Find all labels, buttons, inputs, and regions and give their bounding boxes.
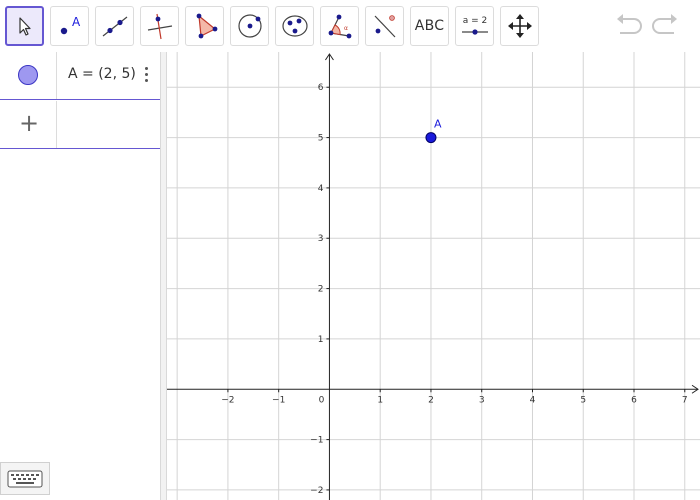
angle-icon: α	[328, 14, 351, 39]
y-tick-label: 3	[318, 234, 324, 244]
plus-icon[interactable]: +	[19, 109, 39, 137]
geogebra-app: A α ABC a = 2 A = (2, 5) + −2 −1 0 1 2 3…	[0, 0, 700, 500]
y-tick-label: 5	[318, 134, 324, 144]
svg-text:a = 2: a = 2	[462, 16, 487, 26]
algebra-input-row[interactable]: +	[0, 101, 160, 149]
visibility-toggle-marble[interactable]	[18, 65, 38, 85]
circle-three-points-icon	[281, 15, 308, 37]
x-tick-label: 7	[682, 395, 688, 405]
more-options-icon[interactable]	[141, 65, 151, 87]
panel-divider[interactable]	[160, 52, 167, 500]
toolbar: A α ABC a = 2	[0, 0, 700, 52]
redo-icon[interactable]	[650, 8, 680, 42]
y-tick-label: 6	[318, 83, 324, 93]
circle-center-tool-button[interactable]	[230, 6, 269, 46]
x-tick-label: −1	[272, 395, 285, 405]
reflect-tool-button[interactable]	[365, 6, 404, 46]
svg-text:A: A	[72, 15, 81, 29]
y-tick-label: −2	[310, 486, 323, 496]
algebra-item-a[interactable]: A = (2, 5)	[0, 52, 160, 100]
add-item-cell: +	[0, 101, 57, 148]
text-tool-button[interactable]: ABC	[410, 6, 449, 46]
x-tick-label: −2	[221, 395, 234, 405]
x-tick-label: 5	[580, 395, 586, 405]
point-a[interactable]	[425, 132, 437, 144]
circle-center-point-icon	[237, 14, 262, 38]
algebra-view: A = (2, 5) +	[0, 52, 160, 500]
x-tick-label: 1	[377, 395, 383, 405]
svg-text:α: α	[344, 25, 348, 32]
x-tick-label: 4	[530, 395, 536, 405]
visibility-marble-cell	[0, 52, 57, 99]
algebra-item-definition[interactable]: A = (2, 5)	[68, 66, 136, 82]
line-icon	[102, 16, 127, 37]
move-arrows-icon	[507, 14, 532, 38]
coordinate-plane[interactable]: −2 −1 0 1 2 3 4 5 6 7 6 5 4 3 2 1 −1 −2 A	[167, 52, 700, 500]
arrow-cursor-icon	[18, 17, 31, 36]
slider-tool-button[interactable]: a = 2	[455, 6, 494, 46]
point-label-a: A	[434, 118, 442, 131]
x-tick-label: 2	[428, 395, 434, 405]
undo-icon[interactable]	[614, 8, 644, 42]
polygon-tool-button[interactable]	[185, 6, 224, 46]
move-graphics-view-tool-button[interactable]	[500, 6, 539, 46]
slider-icon: a = 2	[461, 16, 488, 35]
y-tick-label: 4	[318, 184, 324, 194]
text-tool-label: ABC	[414, 18, 445, 34]
graphics-view[interactable]: −2 −1 0 1 2 3 4 5 6 7 6 5 4 3 2 1 −1 −2 A	[167, 52, 700, 500]
x-tick-label: 6	[631, 395, 637, 405]
y-tick-label: 2	[318, 285, 324, 295]
circle-three-points-tool-button[interactable]	[275, 6, 314, 46]
line-tool-button[interactable]	[95, 6, 134, 46]
reflect-icon	[374, 15, 395, 38]
perpendicular-line-icon	[147, 13, 172, 40]
point-icon: A	[60, 15, 81, 35]
angle-tool-button[interactable]: α	[320, 6, 359, 46]
x-tick-label: 3	[479, 395, 485, 405]
y-tick-label: −1	[310, 436, 323, 446]
y-tick-label: 1	[318, 335, 324, 345]
polygon-icon	[196, 13, 217, 39]
keyboard-icon	[7, 470, 43, 487]
perpendicular-line-tool-button[interactable]	[140, 6, 179, 46]
x-tick-label: 0	[319, 395, 325, 405]
keyboard-toggle-button[interactable]	[0, 462, 50, 495]
move-tool-button[interactable]	[5, 6, 44, 46]
point-tool-button[interactable]: A	[50, 6, 89, 46]
